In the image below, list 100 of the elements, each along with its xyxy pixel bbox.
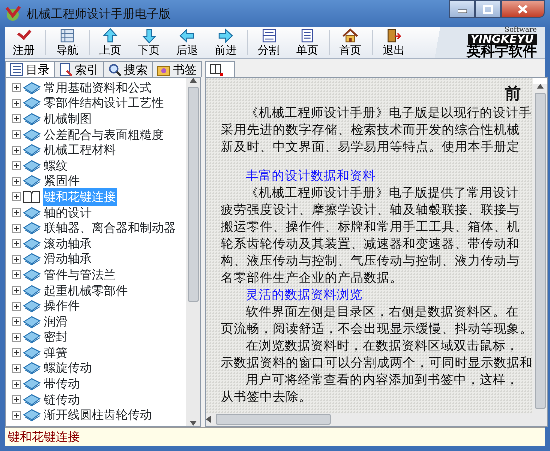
tree-item[interactable]: 渐开线圆柱齿轮传动 (43, 406, 153, 424)
expand-icon[interactable] (12, 83, 21, 92)
book-icon (23, 236, 41, 251)
exit-door-icon (385, 28, 402, 44)
expand-icon[interactable] (12, 410, 21, 420)
heading: 前 (504, 84, 522, 104)
expand-icon[interactable] (12, 286, 21, 296)
toolbar-button[interactable]: 导航 (48, 27, 87, 58)
maximize-button[interactable] (475, 0, 501, 18)
expand-icon[interactable] (12, 348, 21, 358)
tree-item[interactable]: 公差配合与表面粗糙度 (43, 126, 165, 144)
tree-item[interactable]: 润滑 (43, 312, 69, 331)
scrollbar[interactable] (186, 78, 200, 426)
toolbar-button[interactable]: 分割 (250, 27, 288, 58)
text-line: 在浏览数据资料时，在数据资料区域双击鼠标， (245, 337, 520, 354)
right-arrow-icon (217, 28, 234, 44)
expand-icon[interactable] (12, 114, 21, 124)
expand-icon[interactable] (12, 332, 21, 342)
logo-name: 英科宇软件 (467, 45, 537, 59)
book-icon (23, 96, 41, 110)
book-icon (23, 221, 41, 236)
expand-icon[interactable] (12, 395, 21, 404)
text-line: 《机械工程师设计手册》电子版提供了常用设计 (245, 184, 520, 201)
toolbar-button[interactable]: 上页 (92, 27, 130, 58)
book-icon (23, 143, 41, 158)
text-line: 采用先进的数字存储、检索技术而开发的综合性机械 (221, 121, 521, 138)
tree-item[interactable]: 轴的设计 (43, 204, 93, 222)
tree-item[interactable]: 弹簧 (43, 344, 69, 362)
tree-item[interactable]: 螺旋传动 (43, 359, 93, 378)
tree-item[interactable]: 紧固件 (43, 172, 81, 190)
expand-icon[interactable] (12, 130, 21, 140)
text-line: 页流畅，阅读舒适，不会出现显示缓慢、抖动等现象。 (221, 320, 533, 337)
toolbar-button[interactable]: 退出 (374, 27, 414, 58)
tree-item[interactable]: 滑动轴承 (43, 250, 93, 268)
toolbar-button[interactable]: 前进 (206, 27, 245, 58)
book-icon (23, 284, 41, 298)
expand-icon[interactable] (12, 254, 21, 264)
expand-icon[interactable] (12, 317, 21, 326)
maximize-icon (483, 4, 493, 14)
status-bar-text: 键和花键连接 (5, 427, 545, 446)
book-icon (23, 330, 41, 344)
expand-icon[interactable] (12, 270, 21, 280)
text-line: 名零部件生产企业的产品数据。 (221, 269, 404, 286)
expand-icon[interactable] (12, 192, 21, 202)
scrollbar[interactable] (206, 413, 547, 426)
grid-icon (58, 28, 76, 44)
book-icon (23, 361, 41, 376)
expand-icon[interactable] (12, 146, 21, 155)
book-icon (23, 314, 41, 329)
text-line: 轮系齿轮传动及其装置、减速器和变速器、带传动和 (221, 235, 521, 252)
tree-item[interactable]: 螺纹 (43, 156, 69, 175)
tree-item[interactable]: 密封 (43, 328, 69, 346)
tree-item[interactable]: 滚动轴承 (43, 234, 93, 253)
book-icon (23, 128, 41, 142)
text-line: 从书签中去除。 (221, 388, 313, 405)
expand-icon[interactable] (12, 208, 21, 218)
expand-icon[interactable] (12, 224, 21, 233)
section-heading: 灵活的数据资料浏览 (245, 286, 364, 303)
tab[interactable] (205, 61, 235, 77)
scrollbar[interactable] (533, 84, 547, 413)
expand-icon[interactable] (12, 364, 21, 373)
toolbar-button[interactable]: 下页 (130, 27, 168, 58)
toolbar-button[interactable]: 单页 (288, 27, 327, 58)
minimize-button[interactable] (449, 0, 475, 18)
tab[interactable]: 书签 (152, 61, 202, 77)
text-line: 疲劳强度设计、摩擦学设计、轴及轴毂联接、联接与 (221, 201, 521, 218)
expand-icon[interactable] (12, 98, 21, 108)
open-book-icon (23, 190, 41, 204)
tab[interactable]: 搜索 (103, 61, 153, 77)
tree-item[interactable]: 管件与管法兰 (43, 266, 117, 284)
tree-item[interactable]: 起重机械零部件 (43, 282, 129, 300)
tree-item[interactable]: 带传动 (43, 375, 81, 394)
app-icon (5, 6, 21, 22)
expand-icon[interactable] (12, 380, 21, 389)
tab[interactable]: 索引 (54, 61, 104, 77)
tree-item[interactable]: 零部件结构设计工艺性 (43, 94, 165, 112)
book-icon (23, 346, 41, 360)
tree-item[interactable]: 机械制图 (43, 110, 93, 128)
logo-brand: YINGKEYU (468, 34, 537, 45)
tree-item[interactable]: 操作件 (43, 297, 81, 316)
book-icon (23, 112, 41, 126)
toolbar-button[interactable]: 注册 (5, 27, 44, 58)
tree-item[interactable]: 链传动 (43, 390, 81, 409)
text-line: 示数据资料的窗口可以分割成两个，可同时显示数据和 (221, 354, 533, 371)
toolbar-button[interactable]: 后退 (168, 27, 207, 58)
text-line: 搬运零件、操作件、标牌和常用手工工具、箱体、机 (221, 218, 521, 235)
book-icon (23, 158, 41, 173)
scroll-left-icon (206, 416, 211, 423)
expand-icon[interactable] (12, 176, 21, 186)
section-heading: 丰富的设计数据和资料 (245, 167, 377, 184)
close-button[interactable] (501, 0, 545, 18)
tree-item[interactable]: 机械工程材料 (43, 141, 117, 160)
tree-item[interactable]: 常用基础资料和公式 (43, 78, 153, 97)
text-line: 构、液压传动与控制、气压传动与控制、液力传动与 (221, 252, 521, 269)
toolbar-button[interactable]: 首页 (332, 27, 370, 58)
expand-icon[interactable] (12, 239, 21, 248)
tab[interactable]: 目录 (5, 61, 55, 77)
expand-icon[interactable] (12, 161, 21, 170)
expand-icon[interactable] (12, 302, 21, 311)
tree-item[interactable]: 联轴器、离合器和制动器 (43, 219, 177, 238)
